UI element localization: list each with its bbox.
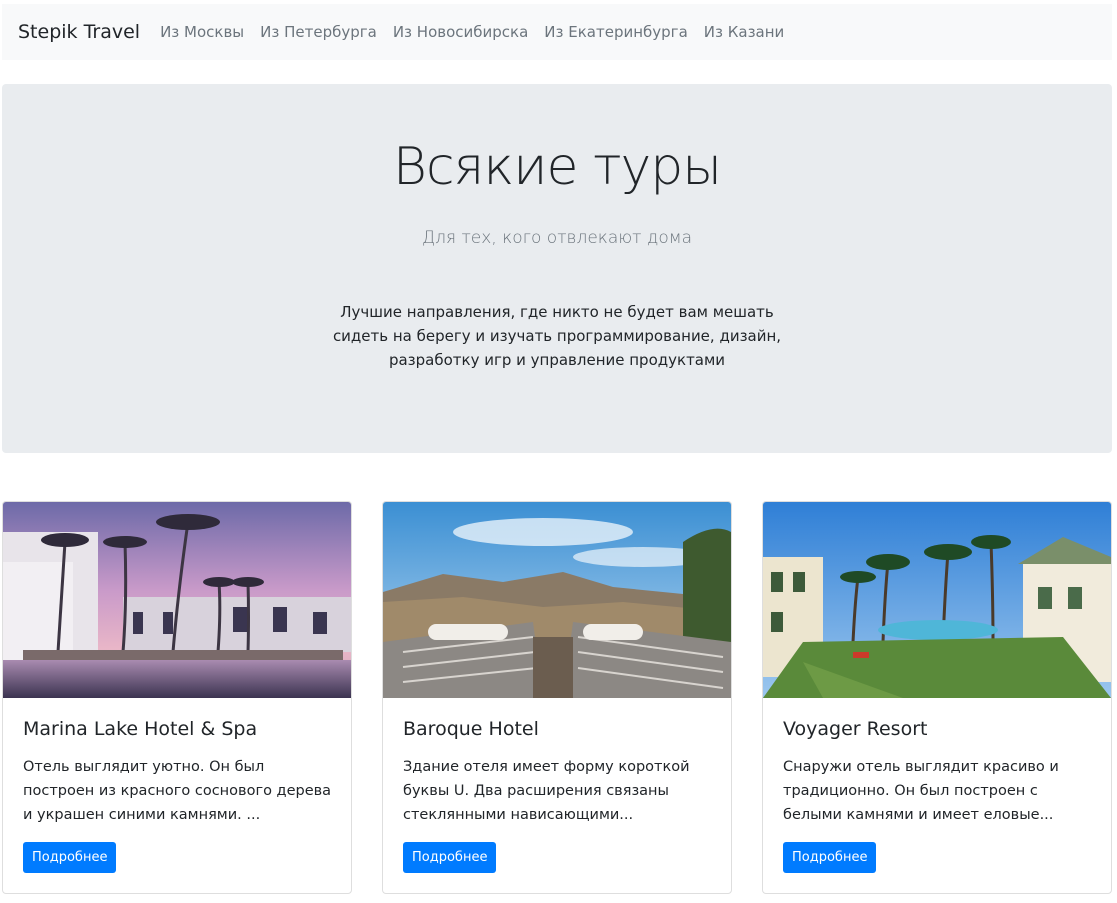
hotel-image	[3, 502, 351, 698]
hotel-image	[383, 502, 731, 698]
nav-link-kazan[interactable]: Из Казани	[696, 23, 793, 41]
details-button[interactable]: Подробнее	[23, 842, 117, 873]
nav-link-novosibirsk[interactable]: Из Новосибирска	[385, 23, 536, 41]
card-text: Снаружи отель выглядит красиво и традици…	[783, 759, 1059, 823]
card-title: Voyager Resort	[783, 718, 928, 740]
navbar: Stepik Travel Из Москвы Из Петербурга Из…	[2, 4, 1112, 60]
nav-link-ekaterinburg[interactable]: Из Екатеринбурга	[536, 23, 695, 41]
hero-subtitle: Для тех, кого отвлекают дома	[421, 228, 693, 248]
details-button[interactable]: Подробнее	[403, 842, 497, 873]
hero-jumbotron: Всякие туры Для тех, кого отвлекают дома…	[2, 84, 1112, 453]
nav-link-petersburg[interactable]: Из Петербурга	[252, 23, 385, 41]
tour-card: Voyager Resort Снаружи отель выглядит кр…	[762, 501, 1112, 894]
hero-description: Лучшие направления, где никто не будет в…	[332, 303, 782, 369]
hotel-image	[763, 502, 1111, 698]
tour-card: Baroque Hotel Здание отеля имеет форму к…	[382, 501, 732, 894]
card-text: Отель выглядит уютно. Он был построен из…	[23, 759, 332, 823]
tour-card: Marina Lake Hotel & Spa Отель выглядит у…	[2, 501, 352, 894]
card-title: Marina Lake Hotel & Spa	[23, 718, 258, 740]
brand-link[interactable]: Stepik Travel	[18, 21, 140, 43]
hero-title: Всякие туры	[392, 137, 722, 197]
card-title: Baroque Hotel	[403, 718, 539, 740]
card-text: Здание отеля имеет форму короткой буквы …	[403, 759, 690, 823]
nav-link-moscow[interactable]: Из Москвы	[152, 23, 252, 41]
details-button[interactable]: Подробнее	[783, 842, 877, 873]
